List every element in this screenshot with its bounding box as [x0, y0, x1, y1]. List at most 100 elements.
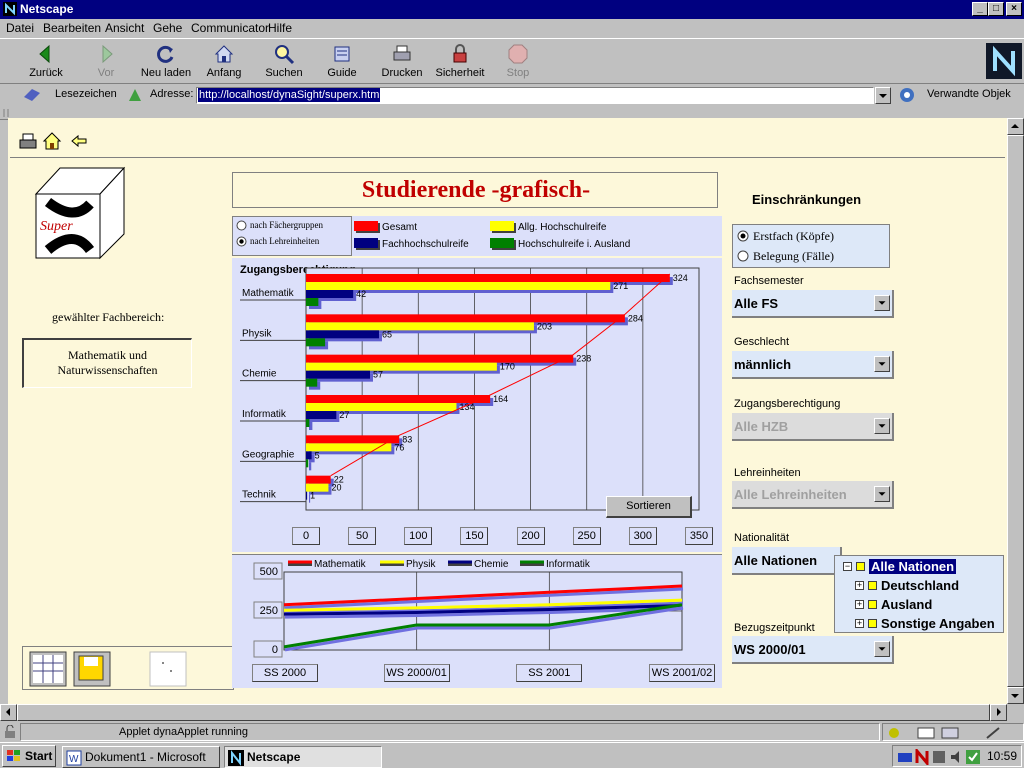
x-tick-label: 150: [460, 527, 489, 545]
scroll-thumb[interactable]: [1007, 135, 1024, 687]
status-bar: Applet dynaApplet running: [0, 722, 1024, 742]
windows-taskbar: Start W Dokument1 - Microsoft Word Netsc…: [0, 742, 1024, 768]
bar-data-label: 134: [459, 402, 474, 412]
scroll-right-button[interactable]: [990, 704, 1007, 721]
back-button[interactable]: Zurück: [14, 43, 78, 83]
task-netscape[interactable]: Netscape: [224, 746, 382, 768]
sort-button[interactable]: Sortieren: [606, 496, 692, 518]
expand-icon[interactable]: +: [855, 619, 864, 628]
url-dropdown-button[interactable]: [875, 87, 891, 104]
menu-communicator[interactable]: Communicator: [191, 21, 269, 35]
legend-label: Hochschulreife i. Ausland: [518, 239, 630, 250]
selected-area-label: gewählter Fachbereich:: [52, 310, 165, 324]
legend-label: Gesamt: [382, 222, 417, 233]
legend-label: Fachhochschulreife: [382, 239, 469, 250]
chart-title-box: Studierende -grafisch-: [232, 172, 718, 208]
radio-erstfach[interactable]: Erstfach (Köpfe): [737, 229, 834, 245]
legend-swatch: [354, 238, 378, 248]
x-tick-label: 250: [572, 527, 601, 545]
category-label: Physik: [242, 328, 272, 339]
fachsemester-select[interactable]: Alle FS: [732, 290, 894, 318]
task-word[interactable]: W Dokument1 - Microsoft Word: [62, 746, 220, 768]
x-tick-label: WS 2000/01: [383, 664, 450, 682]
arrow-up-icon: [1011, 124, 1019, 128]
speaker-icon[interactable]: [949, 749, 965, 765]
print-icon[interactable]: [18, 132, 38, 150]
superx-logo: Super: [30, 164, 128, 260]
filter-label-geschlecht: Geschlecht: [734, 336, 790, 348]
chevron-down-icon: [874, 295, 890, 311]
security-button[interactable]: Sicherheit: [428, 43, 492, 83]
chevron-down-icon: [874, 356, 890, 372]
bar: [306, 362, 497, 371]
collapse-icon[interactable]: −: [843, 562, 852, 571]
tree-item-label: Deutschland: [881, 578, 960, 593]
radio-checked-icon: [737, 230, 749, 242]
table-icon[interactable]: [29, 651, 67, 687]
discussion-icon: [941, 727, 959, 739]
scroll-down-button[interactable]: [1007, 687, 1024, 704]
home-icon[interactable]: [42, 131, 62, 151]
related-label[interactable]: Verwandte Objek: [927, 88, 1011, 100]
mode-radio-panel: Erstfach (Köpfe) Belegung (Fälle): [732, 224, 890, 268]
blank-icon[interactable]: [149, 651, 187, 687]
scroll-left-button[interactable]: [0, 704, 17, 721]
arrow-left-icon[interactable]: [70, 134, 88, 148]
expand-icon[interactable]: +: [855, 600, 864, 609]
stop-button[interactable]: Stop: [486, 43, 550, 83]
clock: 10:59: [987, 749, 1018, 763]
zugangsberechtigung-select[interactable]: Alle HZB: [732, 413, 894, 441]
expand-icon[interactable]: +: [855, 581, 864, 590]
check-icon[interactable]: [965, 749, 981, 765]
menu-gehe[interactable]: Gehe: [153, 21, 182, 35]
nationalitaet-select[interactable]: Alle Nationen: [732, 547, 842, 575]
menu-ansicht[interactable]: Ansicht: [105, 21, 144, 35]
radio-belegung[interactable]: Belegung (Fälle): [737, 249, 834, 265]
back-arrow-icon: [39, 44, 50, 64]
network-icon[interactable]: [897, 749, 913, 765]
task-netscape-label: Netscape: [247, 750, 301, 764]
lehreinheiten-select[interactable]: Alle Lehreinheiten: [732, 481, 894, 509]
bar-data-label: 170: [500, 362, 515, 372]
title-bar: Netscape _ □ ×: [0, 0, 1024, 19]
forward-button[interactable]: Vor: [74, 43, 138, 83]
geschlecht-select[interactable]: männlich: [732, 351, 894, 379]
y-tick-label: 500: [260, 566, 278, 578]
bookmarks-label[interactable]: Lesezeichen: [55, 88, 117, 100]
scroll-up-button[interactable]: [1007, 118, 1024, 135]
bar: [306, 282, 611, 290]
maximize-button[interactable]: □: [988, 2, 1004, 16]
search-label: Suchen: [265, 67, 303, 79]
bar: [306, 290, 354, 298]
home-button[interactable]: Anfang: [192, 43, 256, 83]
page-proxy-icon: [129, 89, 141, 101]
horizontal-scrollbar[interactable]: [0, 704, 1024, 722]
vertical-scrollbar[interactable]: [1007, 118, 1024, 704]
tray-app-icon[interactable]: [931, 749, 947, 765]
bezugszeitpunkt-select[interactable]: WS 2000/01: [732, 636, 894, 664]
print-button[interactable]: Drucken: [370, 43, 434, 83]
menu-datei[interactable]: Datei: [6, 21, 34, 35]
guide-button[interactable]: Guide: [310, 43, 374, 83]
search-button[interactable]: Suchen: [252, 43, 316, 83]
print-icon: [393, 45, 411, 61]
menu-bearbeiten[interactable]: Bearbeiten: [43, 21, 101, 35]
bookmarks-icon: [24, 89, 40, 101]
system-tray: 10:59: [892, 745, 1022, 767]
x-tick-label: 350: [685, 527, 713, 545]
close-button[interactable]: ×: [1006, 2, 1022, 16]
chevron-down-icon: [879, 94, 887, 98]
save-disk-icon[interactable]: [73, 651, 111, 687]
reload-button[interactable]: Neu laden: [134, 43, 198, 83]
filter-label-nationalitaet: Nationalität: [734, 532, 790, 544]
minimize-button[interactable]: _: [972, 2, 988, 16]
bar-data-label: 284: [628, 313, 643, 323]
bar: [306, 314, 625, 323]
status-text-field: Applet dynaApplet running: [20, 723, 880, 741]
hscroll-thumb[interactable]: [17, 704, 990, 721]
bar-data-label: 76: [394, 442, 404, 452]
start-button[interactable]: Start: [2, 745, 56, 767]
menu-hilfe[interactable]: Hilfe: [268, 21, 292, 35]
forward-label: Vor: [97, 67, 115, 79]
netscape-n-icon[interactable]: [915, 749, 929, 765]
